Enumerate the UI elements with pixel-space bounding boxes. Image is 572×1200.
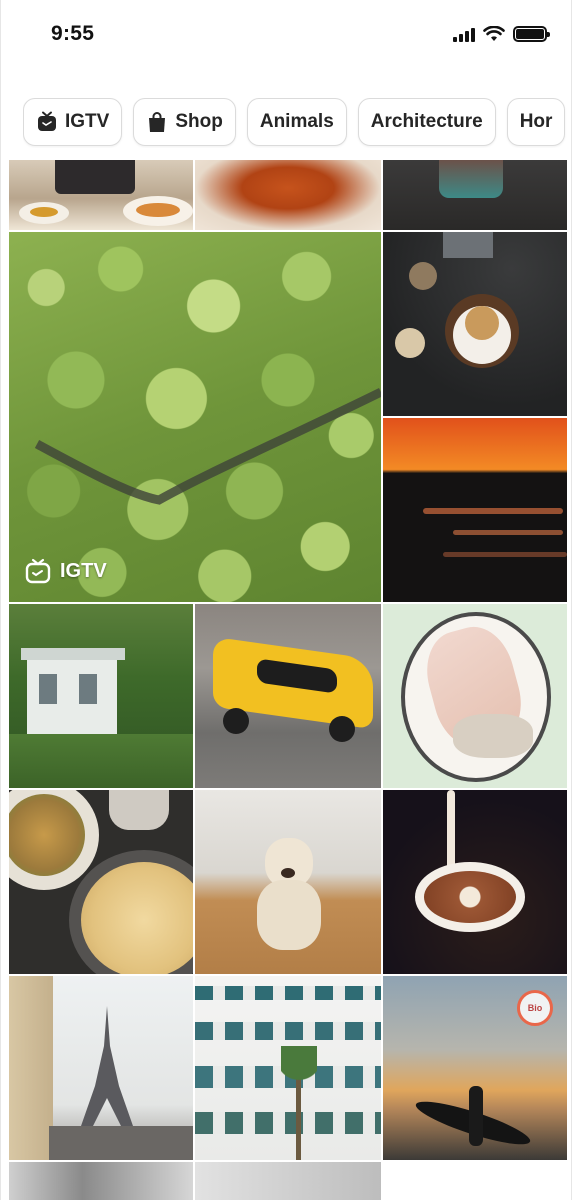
- grid-tile-yellow-muscle-car[interactable]: [195, 604, 381, 788]
- grid-tile-sunset-lake[interactable]: [383, 418, 567, 602]
- shopping-bag-icon: [149, 112, 166, 132]
- explore-screen: 9:55 IGTV Shop Animals Architecture Hor …: [0, 0, 572, 1200]
- road-line: [34, 387, 381, 505]
- chip-label: Animals: [259, 111, 334, 132]
- chip-home[interactable]: Hor: [506, 98, 566, 146]
- grid-tile-food-plates[interactable]: [9, 160, 193, 230]
- status-time: 9:55: [51, 22, 95, 45]
- igtv-icon: [38, 111, 56, 131]
- grid-tile-partial-1[interactable]: [9, 1162, 193, 1200]
- chip-architecture[interactable]: Architecture: [357, 98, 496, 146]
- grid-tile-latte-art[interactable]: [383, 790, 567, 974]
- chip-label: Architecture: [370, 111, 483, 132]
- status-icons: [453, 26, 550, 42]
- grid-tile-spaghetti[interactable]: [195, 160, 381, 230]
- chip-igtv[interactable]: IGTV: [23, 98, 123, 146]
- grid-tile-eiffel-tower[interactable]: [9, 976, 193, 1160]
- chip-animals[interactable]: Animals: [246, 98, 347, 146]
- chip-label: IGTV: [65, 111, 110, 132]
- grid-tile-plated-dish[interactable]: [383, 604, 567, 788]
- category-chips: IGTV Shop Animals Architecture Hor: [23, 98, 572, 148]
- grid-tile-noodle-bowl[interactable]: [9, 790, 193, 974]
- grid-tile-house-garden[interactable]: [9, 604, 193, 788]
- cellular-signal-icon: [453, 26, 475, 42]
- eiffel-tower-shape: [81, 1006, 133, 1126]
- battery-icon: [513, 26, 550, 42]
- igtv-icon: [25, 558, 51, 584]
- grid-tile-partial-2[interactable]: [195, 1162, 381, 1200]
- chip-label: Hor: [519, 111, 553, 132]
- igtv-badge: IGTV: [25, 558, 107, 584]
- grid-tile-surfer-sunset[interactable]: Bio: [383, 976, 567, 1160]
- grid-tile-aerial-forest-igtv[interactable]: IGTV: [9, 232, 381, 602]
- shop-badge-label: Bio: [527, 1003, 543, 1013]
- chip-label: Shop: [175, 111, 223, 132]
- grid-tile-dessert-table[interactable]: [383, 232, 567, 416]
- shop-badge[interactable]: Bio: [517, 990, 553, 1026]
- chip-shop[interactable]: Shop: [133, 98, 236, 146]
- status-bar: 9:55: [1, 0, 572, 80]
- explore-grid: IGTV Bio: [9, 160, 567, 1200]
- igtv-badge-label: IGTV: [60, 559, 107, 582]
- wifi-icon: [483, 26, 505, 41]
- grid-tile-coffee-cup[interactable]: [383, 160, 567, 230]
- grid-tile-modern-building[interactable]: [195, 976, 381, 1160]
- grid-tile-labrador-dog[interactable]: [195, 790, 381, 974]
